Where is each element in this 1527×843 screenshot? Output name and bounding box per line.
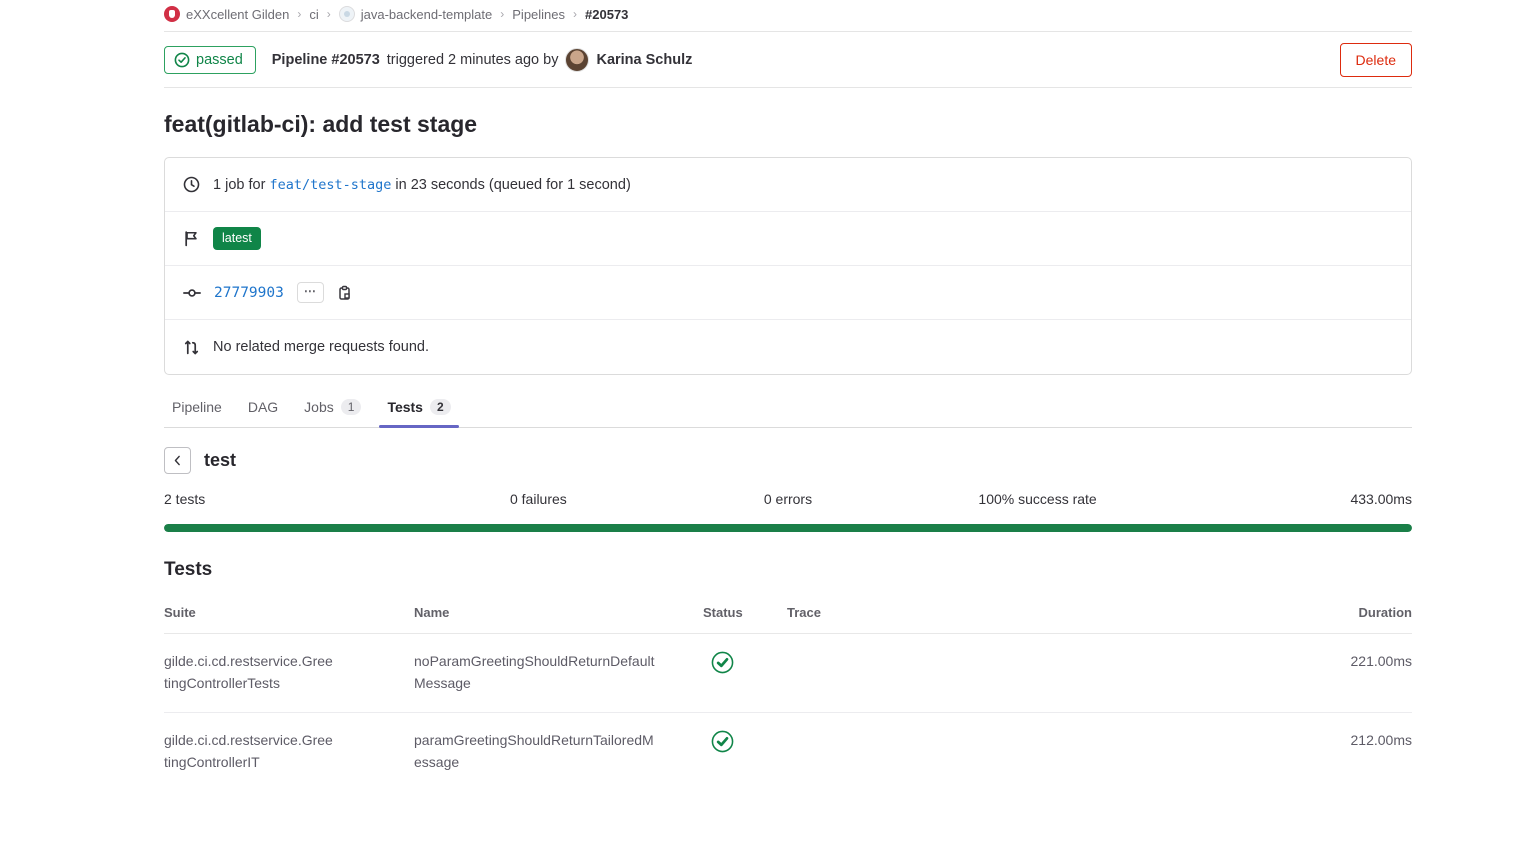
status-badge-label: passed [196, 52, 243, 68]
breadcrumb-item-group: eXXcellent Gilden [164, 6, 289, 22]
test-name-cell: paramGreetingShouldReturnTailoredMessage [414, 730, 703, 773]
table-row[interactable]: gilde.ci.cd.restservice.GreetingControll… [164, 634, 1412, 713]
copy-commit-icon[interactable] [337, 285, 353, 301]
breadcrumb-project-link[interactable]: java-backend-template [361, 7, 493, 22]
pipeline-number: Pipeline #20573 [272, 52, 380, 68]
check-circle-icon [711, 730, 734, 753]
commit-expand-button[interactable]: ⋯ [297, 282, 324, 302]
column-header-status: Status [703, 605, 787, 620]
test-suite-header: test [164, 447, 1412, 474]
tests-table: Suite Name Status Trace Duration gilde.c… [164, 593, 1412, 792]
branch-link[interactable]: feat/test-stage [269, 177, 391, 193]
commit-sha-link[interactable]: 27779903 [214, 285, 284, 301]
column-header-trace: Trace [787, 605, 1292, 620]
avatar[interactable] [565, 48, 589, 72]
test-duration-cell: 221.00ms [1292, 651, 1412, 673]
chevron-separator-icon: › [297, 7, 301, 21]
tests-section-heading: Tests [164, 559, 1412, 581]
tab-jobs-count-badge: 1 [341, 399, 362, 415]
stat-failures: 0 failures [414, 491, 664, 507]
breadcrumb-item-project: java-backend-template [339, 6, 493, 22]
pipeline-trigger-info: Pipeline #20573 triggered 2 minutes ago … [272, 48, 693, 72]
stat-total-tests: 2 tests [164, 491, 414, 507]
stat-errors: 0 errors [663, 491, 913, 507]
test-status-cell [703, 651, 787, 681]
test-name-cell: noParamGreetingShouldReturnDefaultMessag… [414, 651, 703, 694]
merge-request-row: No related merge requests found. [165, 320, 1411, 374]
author-name[interactable]: Karina Schulz [596, 52, 692, 68]
pipeline-info-card: 1 job for feat/test-stage in 23 seconds … [164, 157, 1412, 375]
merge-request-icon [183, 339, 200, 356]
chevron-separator-icon: › [500, 7, 504, 21]
breadcrumb-group-link[interactable]: eXXcellent Gilden [186, 7, 289, 22]
tab-pipeline[interactable]: Pipeline [164, 387, 230, 427]
chevron-separator-icon: › [327, 7, 331, 21]
tab-dag[interactable]: DAG [240, 387, 286, 427]
column-header-duration: Duration [1292, 605, 1412, 620]
back-button[interactable] [164, 447, 191, 474]
pipeline-status-bar: passed Pipeline #20573 triggered 2 minut… [164, 32, 1412, 88]
tab-tests-label: Tests [387, 399, 423, 415]
column-header-name: Name [414, 605, 703, 620]
pipeline-tabs: Pipeline DAG Jobs 1 Tests 2 [164, 387, 1412, 428]
test-suite-cell: gilde.ci.cd.restservice.GreetingControll… [164, 651, 414, 694]
clock-icon [183, 176, 200, 193]
stat-success-rate: 100% success rate [913, 491, 1163, 507]
check-circle-icon [711, 651, 734, 674]
status-badge: passed [164, 46, 256, 74]
page-title: feat(gitlab-ci): add test stage [164, 111, 1412, 138]
delete-button[interactable]: Delete [1340, 43, 1412, 77]
stat-duration: 433.00ms [1162, 491, 1412, 507]
trigger-text: triggered 2 minutes ago by [387, 52, 559, 68]
tests-table-header: Suite Name Status Trace Duration [164, 593, 1412, 634]
success-rate-progress-bar [164, 524, 1412, 532]
test-suite-name: test [204, 450, 236, 471]
chevron-left-icon [171, 454, 184, 467]
tab-pipeline-label: Pipeline [172, 399, 222, 415]
project-avatar-icon [339, 6, 355, 22]
tab-tests[interactable]: Tests 2 [379, 387, 458, 427]
test-suite-cell: gilde.ci.cd.restservice.GreetingControll… [164, 730, 414, 773]
tab-tests-count-badge: 2 [430, 399, 451, 415]
commit-row: 27779903 ⋯ [165, 266, 1411, 320]
breadcrumb: eXXcellent Gilden › ci › java-backend-te… [164, 0, 1412, 32]
column-header-suite: Suite [164, 605, 414, 620]
breadcrumb-pipelines-link[interactable]: Pipelines [512, 7, 565, 22]
commit-icon [183, 284, 201, 302]
merge-request-text: No related merge requests found. [213, 339, 429, 355]
test-status-cell [703, 730, 787, 760]
tab-jobs-label: Jobs [304, 399, 334, 415]
success-rate-progress-fill [164, 524, 1412, 532]
job-summary-prefix: 1 job for [213, 177, 265, 193]
latest-badge-row: latest [165, 212, 1411, 266]
pipeline-page: eXXcellent Gilden › ci › java-backend-te… [164, 0, 1412, 792]
job-summary-suffix: in 23 seconds (queued for 1 second) [395, 177, 630, 193]
breadcrumb-pipeline-id: #20573 [585, 7, 628, 22]
test-duration-cell: 212.00ms [1292, 730, 1412, 752]
table-row[interactable]: gilde.ci.cd.restservice.GreetingControll… [164, 713, 1412, 791]
breadcrumb-subgroup-link[interactable]: ci [309, 7, 318, 22]
chevron-separator-icon: › [573, 7, 577, 21]
job-summary-text: 1 job for feat/test-stage in 23 seconds … [213, 177, 631, 193]
tab-jobs[interactable]: Jobs 1 [296, 387, 369, 427]
test-suite-stats: 2 tests 0 failures 0 errors 100% success… [164, 491, 1412, 507]
tab-dag-label: DAG [248, 399, 278, 415]
job-summary-row: 1 job for feat/test-stage in 23 seconds … [165, 158, 1411, 212]
flag-icon [183, 230, 200, 247]
group-avatar-icon [164, 6, 180, 22]
latest-badge: latest [213, 227, 261, 249]
check-circle-icon [174, 52, 190, 68]
